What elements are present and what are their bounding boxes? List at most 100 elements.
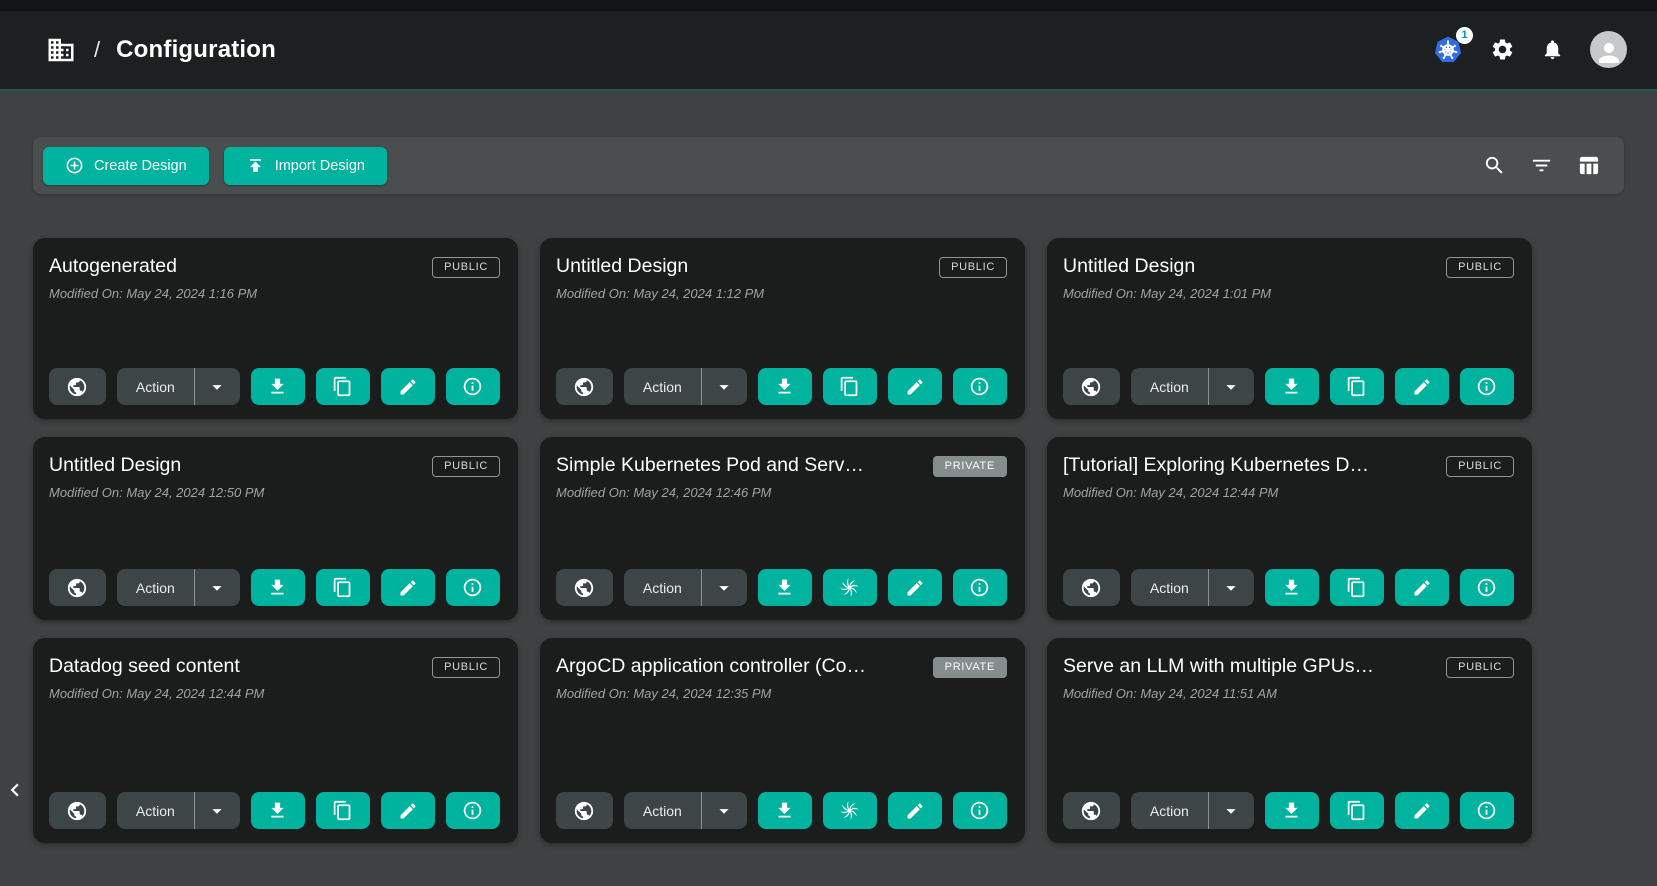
edit-button[interactable]: [888, 368, 942, 405]
info-button[interactable]: [953, 368, 1007, 405]
copy-button[interactable]: [1330, 569, 1384, 606]
info-button[interactable]: [1460, 569, 1514, 606]
action-dropdown-toggle[interactable]: [702, 569, 747, 606]
action-dropdown-toggle[interactable]: [195, 569, 240, 606]
action-dropdown-toggle[interactable]: [195, 792, 240, 829]
edit-button[interactable]: [381, 792, 435, 829]
action-button[interactable]: Action: [117, 368, 195, 405]
pencil-icon: [1412, 578, 1432, 598]
edit-button[interactable]: [381, 569, 435, 606]
design-swirl-button[interactable]: [823, 569, 877, 606]
download-button[interactable]: [251, 569, 305, 606]
action-dropdown-toggle[interactable]: [702, 792, 747, 829]
action-dropdown-toggle[interactable]: [702, 368, 747, 405]
create-design-button[interactable]: Create Design: [43, 147, 209, 185]
download-button[interactable]: [251, 368, 305, 405]
edit-button[interactable]: [381, 368, 435, 405]
copy-icon: [1346, 577, 1367, 598]
action-button[interactable]: Action: [117, 792, 195, 829]
info-button[interactable]: [1460, 792, 1514, 829]
card-header: [Tutorial] Exploring Kubernetes D… PUBLI…: [1063, 454, 1514, 477]
visibility-globe-button[interactable]: [1063, 368, 1120, 405]
download-button[interactable]: [1265, 792, 1319, 829]
download-button[interactable]: [758, 368, 812, 405]
pencil-icon: [905, 801, 925, 821]
download-button[interactable]: [1265, 368, 1319, 405]
visibility-globe-button[interactable]: [49, 368, 106, 405]
create-design-label: Create Design: [94, 158, 187, 174]
action-dropdown-toggle[interactable]: [1209, 569, 1254, 606]
edit-button[interactable]: [1395, 368, 1449, 405]
info-button[interactable]: [446, 368, 500, 405]
edit-button[interactable]: [1395, 792, 1449, 829]
visibility-globe-button[interactable]: [556, 569, 613, 606]
user-avatar[interactable]: [1590, 31, 1627, 68]
design-swirl-icon: [838, 576, 861, 599]
gear-icon[interactable]: [1490, 37, 1515, 62]
action-button[interactable]: Action: [624, 368, 702, 405]
design-swirl-button[interactable]: [823, 792, 877, 829]
building-icon[interactable]: [46, 35, 76, 65]
download-button[interactable]: [758, 569, 812, 606]
copy-button[interactable]: [316, 792, 370, 829]
copy-button[interactable]: [1330, 368, 1384, 405]
info-button[interactable]: [1460, 368, 1514, 405]
info-button[interactable]: [446, 792, 500, 829]
info-button[interactable]: [446, 569, 500, 606]
edit-button[interactable]: [888, 792, 942, 829]
visibility-badge: PUBLIC: [432, 257, 500, 278]
bell-icon[interactable]: [1541, 38, 1564, 61]
download-button[interactable]: [758, 792, 812, 829]
modified-date: Modified On: May 24, 2024 12:35 PM: [556, 686, 1007, 701]
info-button[interactable]: [953, 792, 1007, 829]
modified-date: Modified On: May 24, 2024 1:01 PM: [1063, 286, 1514, 301]
import-design-button[interactable]: Import Design: [224, 147, 387, 185]
copy-button[interactable]: [823, 368, 877, 405]
search-icon[interactable]: [1483, 154, 1506, 177]
visibility-globe-button[interactable]: [1063, 792, 1120, 829]
copy-button[interactable]: [316, 368, 370, 405]
action-button[interactable]: Action: [1131, 792, 1209, 829]
copy-button[interactable]: [316, 569, 370, 606]
edit-button[interactable]: [888, 569, 942, 606]
visibility-badge: PRIVATE: [933, 456, 1007, 477]
action-button[interactable]: Action: [1131, 368, 1209, 405]
download-button[interactable]: [251, 792, 305, 829]
card-actions: Action: [49, 792, 500, 829]
action-button[interactable]: Action: [1131, 569, 1209, 606]
visibility-globe-button[interactable]: [556, 368, 613, 405]
download-icon: [774, 800, 795, 821]
edit-button[interactable]: [1395, 569, 1449, 606]
globe-icon: [573, 577, 595, 599]
download-icon: [267, 376, 288, 397]
info-button[interactable]: [953, 569, 1007, 606]
action-dropdown-toggle[interactable]: [1209, 368, 1254, 405]
action-dropdown-toggle[interactable]: [1209, 792, 1254, 829]
visibility-globe-button[interactable]: [556, 792, 613, 829]
kubernetes-context-button[interactable]: 1: [1432, 34, 1464, 66]
action-button[interactable]: Action: [624, 792, 702, 829]
globe-icon: [573, 800, 595, 822]
card-actions: Action: [556, 792, 1007, 829]
table-view-icon[interactable]: [1577, 154, 1600, 177]
action-button[interactable]: Action: [624, 569, 702, 606]
design-swirl-icon: [838, 799, 861, 822]
visibility-globe-button[interactable]: [1063, 569, 1120, 606]
filter-icon[interactable]: [1530, 154, 1553, 177]
copy-button[interactable]: [1330, 792, 1384, 829]
globe-icon: [1080, 577, 1102, 599]
design-card: Untitled Design PUBLIC Modified On: May …: [540, 238, 1025, 419]
card-header: Untitled Design PUBLIC: [49, 454, 500, 477]
expand-drawer-button[interactable]: [0, 762, 30, 818]
info-icon: [1476, 376, 1497, 397]
download-button[interactable]: [1265, 569, 1319, 606]
action-button[interactable]: Action: [117, 569, 195, 606]
visibility-globe-button[interactable]: [49, 569, 106, 606]
copy-icon: [332, 376, 353, 397]
action-dropdown-toggle[interactable]: [195, 368, 240, 405]
copy-icon: [839, 376, 860, 397]
design-title: Untitled Design: [556, 255, 925, 278]
copy-icon: [332, 577, 353, 598]
visibility-globe-button[interactable]: [49, 792, 106, 829]
action-split-button: Action: [117, 368, 240, 405]
